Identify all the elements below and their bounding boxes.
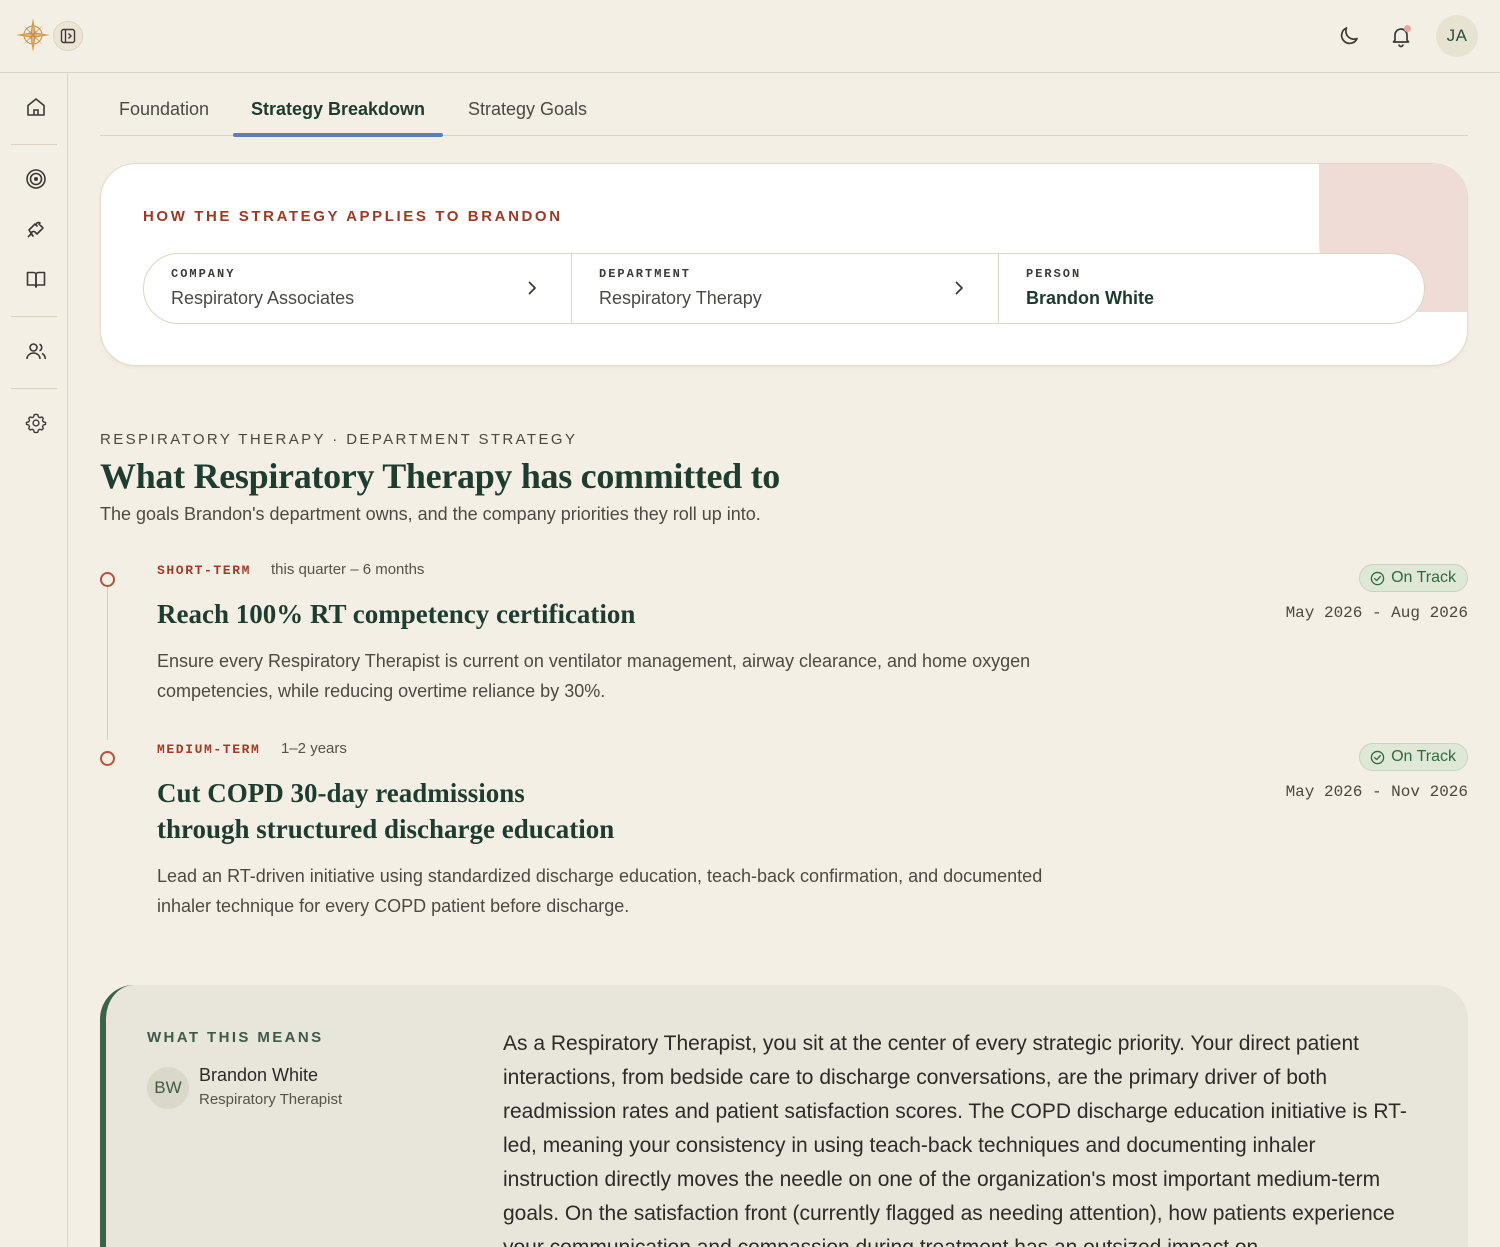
tab-strategy-breakdown[interactable]: Strategy Breakdown (233, 82, 443, 137)
strategy-breadcrumb: COMPANY Respiratory Associates DEPARTMEN… (143, 253, 1425, 324)
crumb-label: DEPARTMENT (599, 267, 692, 281)
crumb-company[interactable]: COMPANY Respiratory Associates (144, 254, 571, 323)
rail-divider (11, 316, 57, 317)
tab-foundation[interactable]: Foundation (100, 82, 228, 136)
left-rail (0, 73, 68, 1247)
goal-term-span: 1–2 years (281, 740, 347, 757)
section-subtitle: The goals Brandon's department owns, and… (100, 504, 761, 524)
goal-description: Ensure every Respiratory Therapist is cu… (157, 651, 1031, 701)
check-circle-icon (1370, 750, 1385, 764)
goal-title: Reach 100% RT competency certification (157, 596, 635, 632)
sidebar-toggle-icon (60, 28, 76, 44)
avatar: BW (147, 1067, 189, 1109)
user-avatar[interactable]: JA (1436, 15, 1478, 57)
notifications-button[interactable] (1384, 19, 1418, 53)
status-label: On Track (1391, 748, 1456, 765)
target-icon (26, 169, 46, 189)
chevron-right-icon (528, 281, 536, 295)
crumb-person[interactable]: PERSON Brandon White (998, 254, 1424, 323)
chevron-right-icon (955, 281, 963, 295)
rail-divider (11, 388, 57, 389)
timeline-dot (100, 572, 115, 587)
meaning-label: WHAT THIS MEANS (147, 1029, 324, 1046)
puzzle-icon (27, 221, 44, 238)
goal-term-span: this quarter – 6 months (271, 561, 425, 578)
goal-title-line: Cut COPD 30-day readmissions (157, 778, 525, 808)
goal-title-line: Reach 100% RT competency certification (157, 599, 636, 629)
check-circle-icon (1370, 571, 1385, 585)
section-eyebrow: RESPIRATORY THERAPY · DEPARTMENT STRATEG… (100, 431, 578, 448)
status-badge: On Track (1359, 564, 1468, 592)
page-title: What Respiratory Therapy has committed t… (100, 456, 780, 496)
goal-title: Cut COPD 30-day readmissions through str… (157, 775, 614, 847)
goal-term: SHORT-TERM (157, 563, 252, 578)
rail-item-library[interactable] (22, 265, 50, 293)
gear-icon (25, 413, 47, 434)
timeline-dot (100, 751, 115, 766)
goal-item[interactable]: MEDIUM-TERM 1–2 years On Track May 2026 … (100, 737, 1468, 937)
goal-description: Lead an RT-driven initiative using stand… (157, 866, 1043, 916)
rail-item-settings[interactable] (22, 409, 50, 437)
goal-title-line: through structured discharge education (157, 814, 615, 844)
crumb-label: COMPANY (171, 267, 236, 281)
applies-title: HOW THE STRATEGY APPLIES TO BRANDON (143, 208, 563, 225)
moon-icon (1340, 27, 1358, 45)
notification-dot (1404, 25, 1411, 32)
rail-item-goals[interactable] (22, 165, 50, 193)
sidebar-toggle-button[interactable] (53, 21, 83, 51)
crumb-department[interactable]: DEPARTMENT Respiratory Therapy (571, 254, 998, 323)
rail-item-home[interactable] (22, 93, 50, 121)
tab-bar: Foundation Strategy Breakdown Strategy G… (100, 82, 1468, 137)
crumb-label: PERSON (1026, 267, 1082, 281)
person-role: Respiratory Therapist (199, 1091, 343, 1108)
top-bar: JA (0, 0, 1500, 73)
compass-star-icon[interactable] (15, 17, 51, 53)
topbar-actions: JA (1332, 15, 1478, 57)
goal-item[interactable]: SHORT-TERM this quarter – 6 months On Tr… (100, 558, 1468, 718)
book-icon (26, 271, 46, 288)
meaning-text: As a Respiratory Therapist, you sit at t… (503, 1032, 1407, 1247)
rail-divider (11, 144, 57, 145)
rail-item-people[interactable] (22, 337, 50, 365)
what-this-means-card: WHAT THIS MEANS BW Brandon White Respira… (100, 985, 1468, 1247)
status-badge: On Track (1359, 743, 1468, 771)
users-icon (26, 343, 46, 360)
home-icon (27, 98, 45, 116)
status-label: On Track (1391, 569, 1456, 586)
theme-toggle-button[interactable] (1332, 19, 1366, 53)
crumb-value: Brandon White (1026, 288, 1154, 308)
strategy-applies-card: HOW THE STRATEGY APPLIES TO BRANDON COMP… (100, 163, 1468, 366)
tab-strategy-goals[interactable]: Strategy Goals (450, 82, 605, 136)
goal-dates: May 2026 - Nov 2026 (1285, 783, 1468, 801)
rail-item-strategy[interactable] (22, 215, 50, 243)
crumb-value: Respiratory Therapy (599, 288, 762, 308)
crumb-value: Respiratory Associates (171, 288, 355, 308)
person-name: Brandon White (199, 1065, 319, 1085)
goal-term: MEDIUM-TERM (157, 742, 261, 757)
goal-dates: May 2026 - Aug 2026 (1285, 604, 1468, 622)
